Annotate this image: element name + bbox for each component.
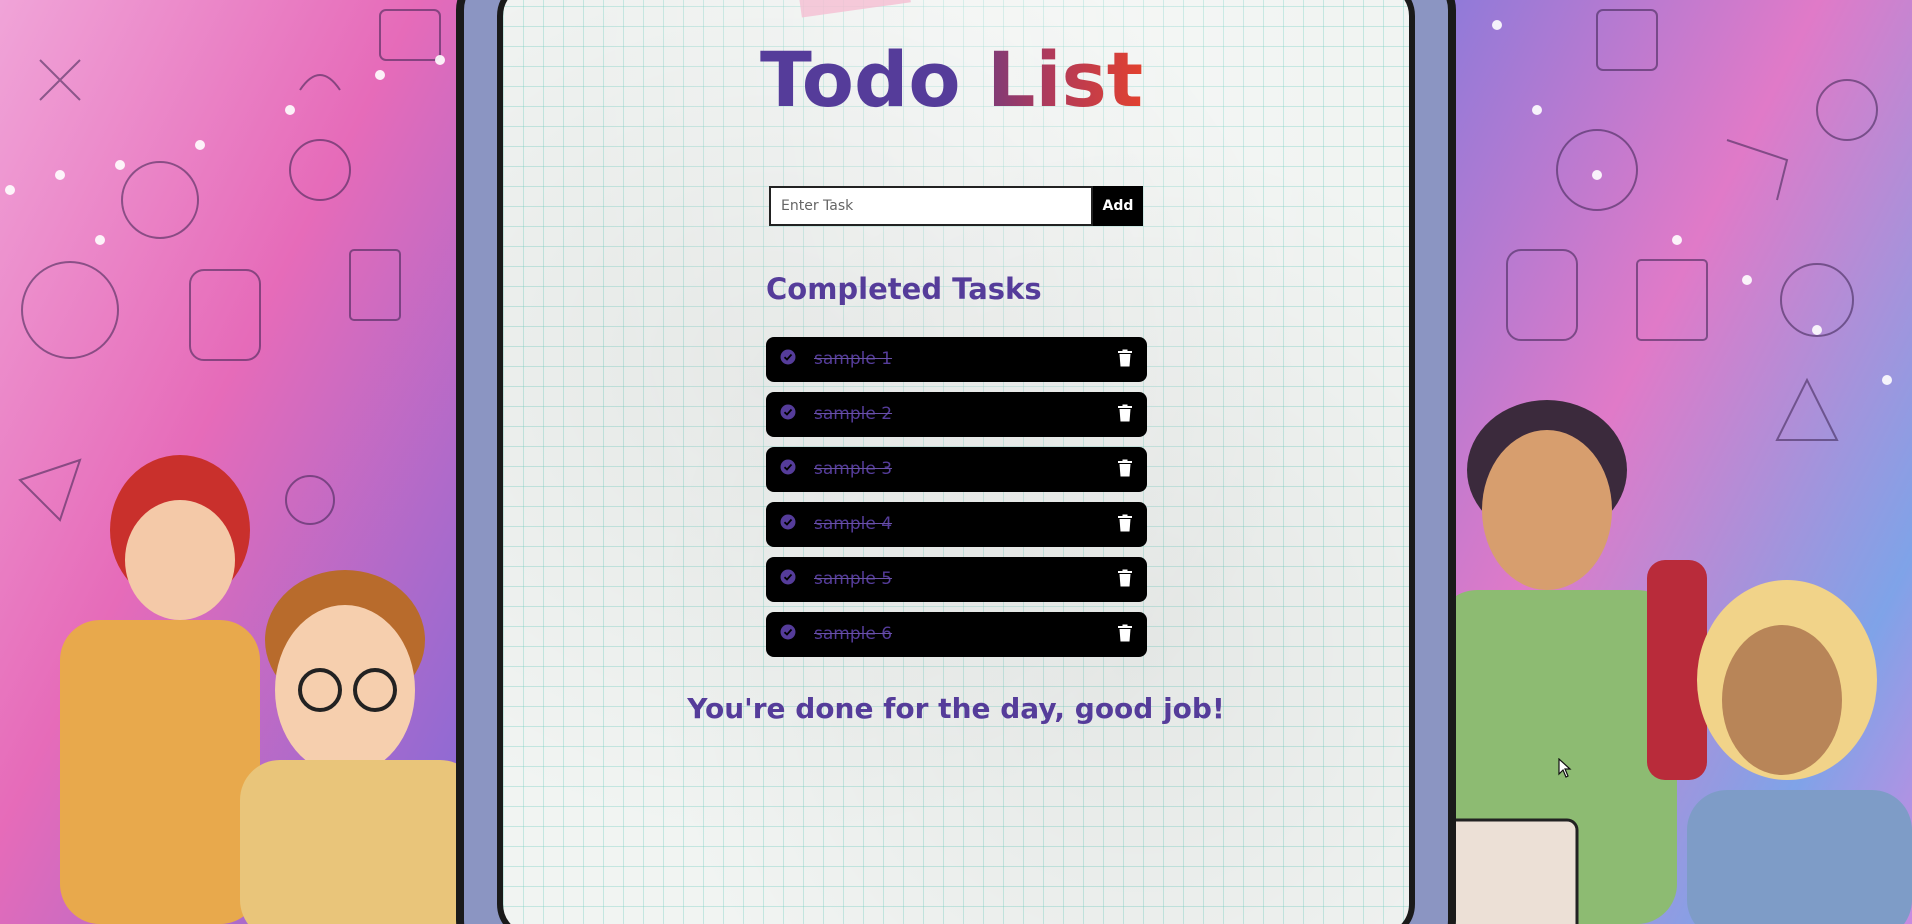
delete-task-button[interactable] (1115, 459, 1135, 479)
app-title: Todo List (760, 30, 1150, 130)
check-circle-icon[interactable] (780, 349, 796, 365)
trash-icon (1118, 349, 1132, 367)
task-text: sample 5 (814, 569, 893, 589)
task-item[interactable]: sample 3 (766, 447, 1147, 492)
title-word-list: List (987, 35, 1144, 124)
add-button[interactable]: Add (1093, 186, 1143, 226)
task-text: sample 3 (814, 459, 893, 479)
task-input[interactable] (769, 186, 1093, 226)
title-word-todo: Todo (760, 35, 961, 124)
delete-task-button[interactable] (1115, 569, 1135, 589)
task-text: sample 4 (814, 514, 893, 534)
completed-task-list: sample 1 sample 2 sample 3 sample 4 sample 5… (766, 337, 1147, 667)
check-circle-icon[interactable] (780, 569, 796, 585)
check-circle-icon[interactable] (780, 459, 796, 475)
task-form: Add (769, 186, 1143, 226)
mouse-cursor-icon (1558, 758, 1572, 778)
delete-task-button[interactable] (1115, 624, 1135, 644)
trash-icon (1118, 514, 1132, 532)
task-item[interactable]: sample 1 (766, 337, 1147, 382)
left-illustration (0, 0, 465, 924)
delete-task-button[interactable] (1115, 404, 1135, 424)
trash-icon (1118, 624, 1132, 642)
completed-tasks-heading: Completed Tasks (766, 272, 1042, 306)
task-item[interactable]: sample 6 (766, 612, 1147, 657)
task-text: sample 1 (814, 349, 893, 369)
task-text: sample 2 (814, 404, 893, 424)
trash-icon (1118, 569, 1132, 587)
delete-task-button[interactable] (1115, 349, 1135, 369)
right-illustration (1447, 0, 1912, 924)
task-item[interactable]: sample 2 (766, 392, 1147, 437)
task-item[interactable]: sample 5 (766, 557, 1147, 602)
check-circle-icon[interactable] (780, 624, 796, 640)
trash-icon (1118, 459, 1132, 477)
delete-task-button[interactable] (1115, 514, 1135, 534)
check-circle-icon[interactable] (780, 514, 796, 530)
task-text: sample 6 (814, 624, 893, 644)
done-message: You're done for the day, good job! (687, 692, 1225, 725)
task-item[interactable]: sample 4 (766, 502, 1147, 547)
check-circle-icon[interactable] (780, 404, 796, 420)
trash-icon (1118, 404, 1132, 422)
